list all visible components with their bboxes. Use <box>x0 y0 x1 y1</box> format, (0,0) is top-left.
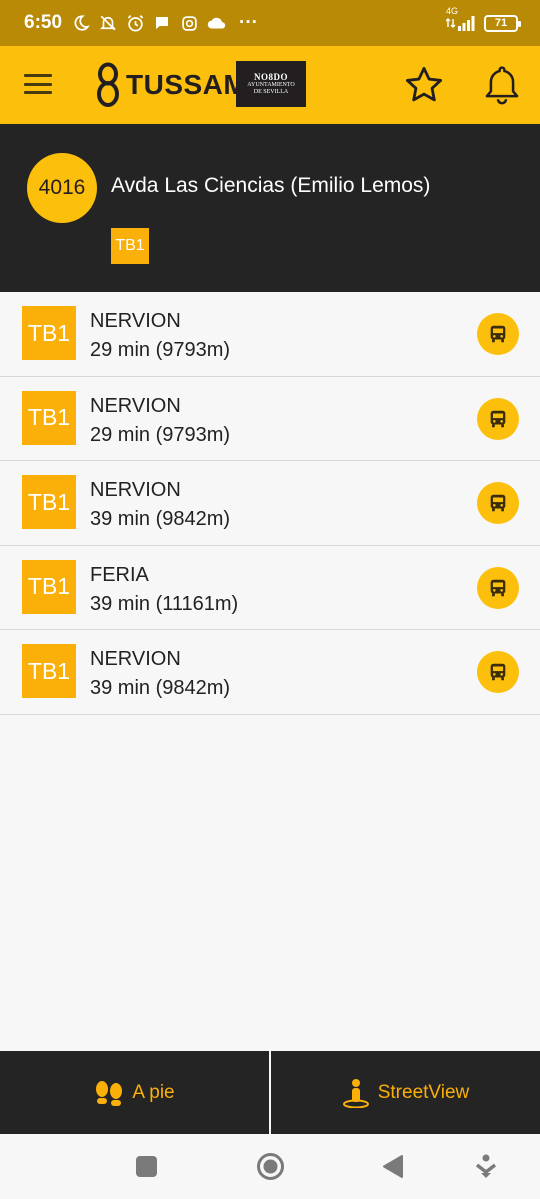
line-badge: TB1 <box>22 390 76 445</box>
tussam-logo: TUSSAM <box>96 60 247 110</box>
arrival-row[interactable]: TB1 NERVION 39 min (9842m) <box>0 461 540 546</box>
stop-name: Avda Las Ciencias (Emilio Lemos) <box>111 174 431 197</box>
battery-icon: 71 <box>484 14 521 32</box>
destination: NERVION <box>90 479 181 502</box>
destination: NERVION <box>90 648 181 671</box>
line-badge: TB1 <box>22 559 76 614</box>
moon-icon <box>71 13 91 33</box>
destination: NERVION <box>90 394 181 417</box>
eta: 39 min (9842m) <box>90 508 231 531</box>
eta: 39 min (11161m) <box>90 592 239 615</box>
pegman-icon <box>342 1078 369 1108</box>
footprints-icon <box>96 1080 123 1106</box>
more-indicator: ··· <box>239 12 259 33</box>
signal-icon: 4G <box>446 6 476 31</box>
nodo-sub-2: DE SEVILLA <box>253 88 289 95</box>
destination: NERVION <box>90 310 181 332</box>
eta: 39 min (9842m) <box>90 677 231 700</box>
stop-header: 4016 Avda Las Ciencias (Emilio Lemos) TB… <box>0 124 540 292</box>
line-badge: TB1 <box>22 475 76 530</box>
cloud-icon <box>206 13 226 33</box>
eta: 29 min (9793m) <box>90 339 231 361</box>
streetview-label: StreetView <box>377 1081 470 1103</box>
tussam-8-icon <box>97 62 119 107</box>
chat-icon <box>152 13 172 33</box>
arrival-row[interactable]: TB1 NERVION 29 min (9793m) <box>0 292 540 377</box>
walk-button[interactable]: A pie <box>0 1051 269 1134</box>
eta: 29 min (9793m) <box>90 423 231 446</box>
logo-text: TUSSAM <box>126 69 248 100</box>
ayuntamiento-logo: NO8DO AYUNTAMIENTO DE SEVILLA <box>236 61 306 107</box>
arrival-row[interactable]: TB1 FERIA 39 min (11161m) <box>0 545 540 631</box>
bell-icon[interactable] <box>483 64 521 106</box>
app-bar: TUSSAM NO8DO AYUNTAMIENTO DE SEVILLA <box>0 46 540 124</box>
instagram-icon <box>179 13 199 33</box>
bus-icon[interactable] <box>477 397 519 440</box>
stop-line-badge[interactable]: TB1 <box>111 228 149 264</box>
line-badge: TB1 <box>22 306 76 360</box>
back-icon[interactable] <box>382 1154 404 1179</box>
stop-number-badge: 4016 <box>27 153 97 223</box>
status-time: 6:50 <box>24 12 63 33</box>
system-nav-bar <box>0 1134 540 1199</box>
arrival-row[interactable]: TB1 NERVION 39 min (9842m) <box>0 630 540 715</box>
menu-icon[interactable] <box>24 71 52 97</box>
bus-icon[interactable] <box>477 651 519 694</box>
bell-off-icon <box>98 13 118 33</box>
star-icon[interactable] <box>403 64 445 106</box>
destination: FERIA <box>90 563 149 586</box>
nodo-title: NO8DO <box>254 71 288 82</box>
assistant-icon[interactable] <box>475 1154 497 1180</box>
alarm-icon <box>125 13 145 33</box>
arrival-row[interactable]: TB1 NERVION 29 min (9793m) <box>0 376 540 462</box>
battery-level: 71 <box>494 17 508 29</box>
network-type: 4G <box>446 6 459 16</box>
streetview-button[interactable]: StreetView <box>271 1051 540 1134</box>
arrivals-list: TB1 NERVION 29 min (9793m) TB1 NERVION 29 min… <box>0 292 540 715</box>
status-bar: 6:50 ··· 4G 71 <box>0 0 540 46</box>
stop-number: 4016 <box>38 176 86 199</box>
recents-icon[interactable] <box>136 1156 157 1177</box>
line-badge: TB1 <box>22 644 76 699</box>
bus-icon[interactable] <box>477 482 519 525</box>
bus-icon[interactable] <box>477 566 519 609</box>
bus-icon[interactable] <box>477 313 519 355</box>
bottom-bar: A pie StreetView <box>0 1051 540 1134</box>
walk-label: A pie <box>132 1081 175 1103</box>
home-icon[interactable] <box>256 1152 285 1181</box>
